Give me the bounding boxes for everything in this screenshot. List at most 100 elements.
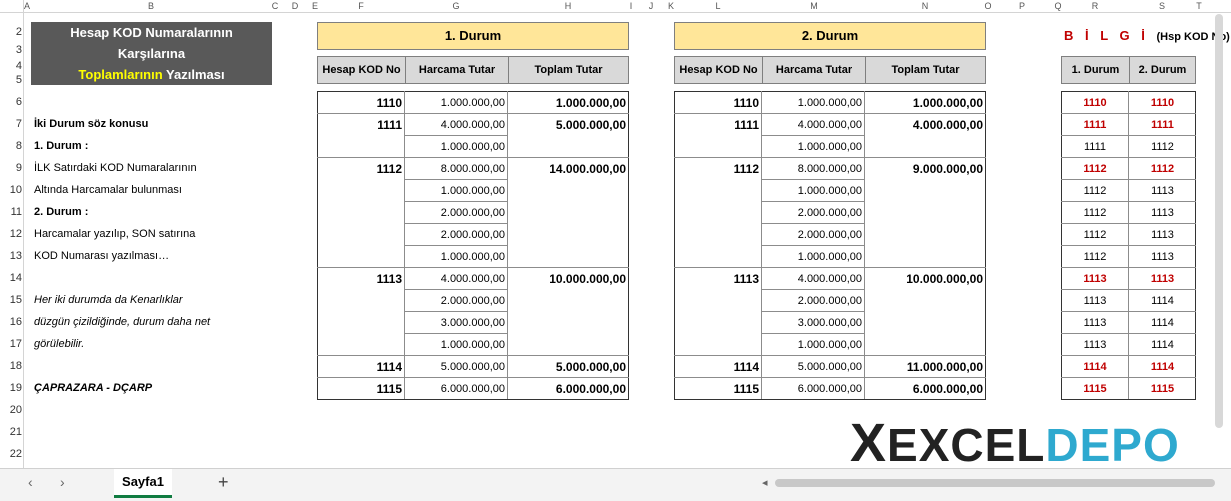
row-header-5[interactable]: 5 [0, 69, 22, 91]
row-header-20[interactable]: 20 [0, 399, 22, 421]
row-header-12[interactable]: 12 [0, 223, 22, 245]
durum1-cell[interactable]: 5.000.000,00 [405, 356, 508, 378]
row-header-13[interactable]: 13 [0, 245, 22, 267]
durum2-cell[interactable] [674, 334, 762, 356]
durum2-cell[interactable]: 6.000.000,00 [762, 378, 865, 400]
durum1-cell[interactable] [317, 136, 405, 158]
durum1-cell[interactable] [317, 224, 405, 246]
durum2-cell[interactable]: 6.000.000,00 [865, 378, 986, 400]
scroll-left-icon[interactable]: ◂ [762, 476, 768, 489]
bilgi-cell[interactable]: 1113 [1129, 268, 1196, 290]
bilgi-cell[interactable]: 1113 [1129, 202, 1196, 224]
bilgi-cell[interactable]: 1112 [1061, 180, 1129, 202]
durum2-header-harcama[interactable]: Harcama Tutar [762, 56, 866, 84]
row-header-10[interactable]: 10 [0, 179, 22, 201]
bilgi-cell[interactable]: 1113 [1061, 334, 1129, 356]
durum2-cell[interactable]: 1.000.000,00 [762, 180, 865, 202]
durum1-cell[interactable] [508, 224, 629, 246]
column-header-s[interactable]: S [1156, 0, 1168, 12]
durum2-cell[interactable]: 1113 [674, 268, 762, 290]
column-header-g[interactable]: G [450, 0, 462, 12]
column-header-t[interactable]: T [1193, 0, 1205, 12]
bilgi-cell[interactable]: 1115 [1129, 378, 1196, 400]
durum1-cell[interactable] [508, 334, 629, 356]
row-header-8[interactable]: 8 [0, 135, 22, 157]
column-header-b[interactable]: B [145, 0, 157, 12]
row-header-6[interactable]: 6 [0, 91, 22, 113]
durum1-cell[interactable] [317, 334, 405, 356]
bilgi-cell[interactable]: 1112 [1061, 158, 1129, 180]
durum1-cell[interactable]: 1.000.000,00 [508, 92, 629, 114]
durum1-cell[interactable]: 1.000.000,00 [405, 92, 508, 114]
bilgi-cell[interactable]: 1113 [1129, 180, 1196, 202]
durum2-cell[interactable]: 8.000.000,00 [762, 158, 865, 180]
bilgi-cell[interactable]: 1114 [1129, 312, 1196, 334]
row-header-22[interactable]: 22 [0, 443, 22, 465]
row-header-19[interactable]: 19 [0, 377, 22, 399]
bilgi-cell[interactable]: 1110 [1129, 92, 1196, 114]
durum2-cell[interactable]: 1.000.000,00 [762, 92, 865, 114]
durum1-cell[interactable] [508, 290, 629, 312]
durum2-cell[interactable]: 1111 [674, 114, 762, 136]
durum1-banner[interactable]: 1. Durum [317, 22, 629, 50]
durum2-cell[interactable] [674, 246, 762, 268]
durum1-cell[interactable]: 14.000.000,00 [508, 158, 629, 180]
durum1-cell[interactable] [508, 180, 629, 202]
durum1-cell[interactable]: 1110 [317, 92, 405, 114]
column-header-n[interactable]: N [919, 0, 931, 12]
durum1-cell[interactable] [317, 202, 405, 224]
bilgi-cell[interactable]: 1114 [1129, 334, 1196, 356]
durum2-cell[interactable] [674, 290, 762, 312]
durum1-cell[interactable]: 10.000.000,00 [508, 268, 629, 290]
column-header-p[interactable]: P [1016, 0, 1028, 12]
durum2-cell[interactable]: 2.000.000,00 [762, 290, 865, 312]
bilgi-cell[interactable]: 1112 [1061, 246, 1129, 268]
row-header-17[interactable]: 17 [0, 333, 22, 355]
column-header-r[interactable]: R [1089, 0, 1101, 12]
durum2-cell[interactable]: 1.000.000,00 [762, 246, 865, 268]
durum1-cell[interactable]: 1112 [317, 158, 405, 180]
bilgi-cell[interactable]: 1114 [1129, 290, 1196, 312]
row-header-15[interactable]: 15 [0, 289, 22, 311]
sheet-title[interactable]: Hesap KOD Numaralarının Karşılarına Topl… [31, 22, 272, 85]
prev-sheet-icon[interactable]: ‹ [28, 474, 33, 490]
durum2-banner[interactable]: 2. Durum [674, 22, 986, 50]
durum2-cell[interactable]: 11.000.000,00 [865, 356, 986, 378]
durum1-cell[interactable]: 2.000.000,00 [405, 202, 508, 224]
durum2-cell[interactable] [865, 136, 986, 158]
bilgi-header-1[interactable]: 1. Durum [1061, 56, 1130, 84]
bilgi-cell[interactable]: 1111 [1061, 136, 1129, 158]
add-sheet-icon[interactable]: + [218, 472, 229, 493]
vertical-scrollbar[interactable] [1215, 14, 1223, 428]
durum1-cell[interactable]: 1.000.000,00 [405, 180, 508, 202]
durum1-cell[interactable]: 6.000.000,00 [405, 378, 508, 400]
next-sheet-icon[interactable]: › [60, 474, 65, 490]
column-header-e[interactable]: E [309, 0, 321, 12]
durum1-cell[interactable]: 1113 [317, 268, 405, 290]
durum2-cell[interactable]: 1.000.000,00 [762, 334, 865, 356]
column-header-j[interactable]: J [645, 0, 657, 12]
row-header-18[interactable]: 18 [0, 355, 22, 377]
durum1-cell[interactable]: 1115 [317, 378, 405, 400]
column-header-a[interactable]: A [21, 0, 33, 12]
durum2-cell[interactable] [865, 180, 986, 202]
durum1-cell[interactable]: 1.000.000,00 [405, 334, 508, 356]
durum2-cell[interactable]: 4.000.000,00 [762, 268, 865, 290]
column-header-o[interactable]: O [982, 0, 994, 12]
durum1-cell[interactable]: 4.000.000,00 [405, 268, 508, 290]
bilgi-cell[interactable]: 1111 [1061, 114, 1129, 136]
durum2-cell[interactable] [865, 312, 986, 334]
row-header-14[interactable]: 14 [0, 267, 22, 289]
bilgi-cell[interactable]: 1112 [1129, 136, 1196, 158]
durum2-header-toplam[interactable]: Toplam Tutar [865, 56, 986, 84]
column-header-q[interactable]: Q [1052, 0, 1064, 12]
durum2-cell[interactable] [865, 334, 986, 356]
bilgi-title[interactable]: B İ L G İ (Hsp KOD No) [1064, 28, 1230, 43]
column-header-h[interactable]: H [562, 0, 574, 12]
durum1-cell[interactable] [317, 290, 405, 312]
bilgi-cell[interactable]: 1112 [1061, 224, 1129, 246]
durum2-cell[interactable]: 1114 [674, 356, 762, 378]
column-header-m[interactable]: M [808, 0, 820, 12]
bilgi-cell[interactable]: 1111 [1129, 114, 1196, 136]
durum1-cell[interactable]: 2.000.000,00 [405, 224, 508, 246]
